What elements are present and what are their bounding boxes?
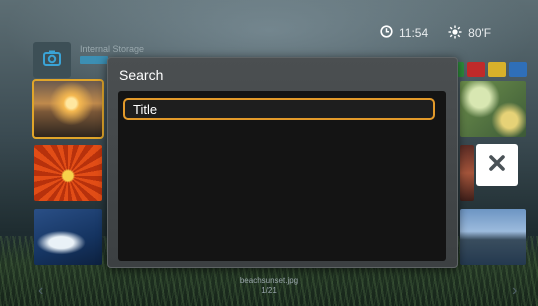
storage-location-label: Internal Storage bbox=[80, 44, 145, 54]
close-button[interactable] bbox=[476, 144, 518, 186]
photo-category-tile[interactable] bbox=[33, 42, 71, 78]
thumbnail-red[interactable] bbox=[460, 145, 474, 201]
file-caption: beachsunset.jpg 1/21 bbox=[0, 276, 538, 296]
previous-arrow-icon[interactable]: ‹ bbox=[38, 282, 43, 300]
weather-sun-icon bbox=[448, 25, 462, 42]
thumbnail-wave[interactable] bbox=[34, 209, 102, 265]
dialog-title: Search bbox=[119, 67, 164, 83]
camera-icon bbox=[43, 50, 61, 71]
storage-location-badge bbox=[80, 56, 108, 64]
thumbnail-beach-sunset[interactable] bbox=[32, 79, 104, 139]
close-icon bbox=[488, 154, 506, 177]
next-arrow-icon[interactable]: › bbox=[512, 282, 517, 300]
red-key-icon[interactable] bbox=[467, 62, 485, 77]
search-option-title[interactable]: Title bbox=[123, 98, 435, 120]
yellow-key-icon[interactable] bbox=[488, 62, 506, 77]
blue-key-icon[interactable] bbox=[509, 62, 527, 77]
clock-time: 11:54 bbox=[399, 26, 429, 40]
thumbnail-harbor[interactable] bbox=[460, 209, 526, 265]
status-bar: 11:54 80'F bbox=[380, 22, 491, 44]
file-name: beachsunset.jpg bbox=[239, 276, 299, 285]
search-dialog: Search Title bbox=[107, 57, 458, 268]
thumbnail-leaves[interactable] bbox=[460, 81, 526, 137]
clock-icon bbox=[380, 25, 393, 41]
file-position: 1/21 bbox=[261, 286, 277, 295]
search-options-list: Title bbox=[118, 91, 446, 261]
search-option-label: Title bbox=[133, 101, 158, 117]
thumbnail-flower[interactable] bbox=[34, 145, 102, 201]
color-keys bbox=[446, 62, 527, 77]
weather-temperature: 80'F bbox=[468, 26, 492, 40]
